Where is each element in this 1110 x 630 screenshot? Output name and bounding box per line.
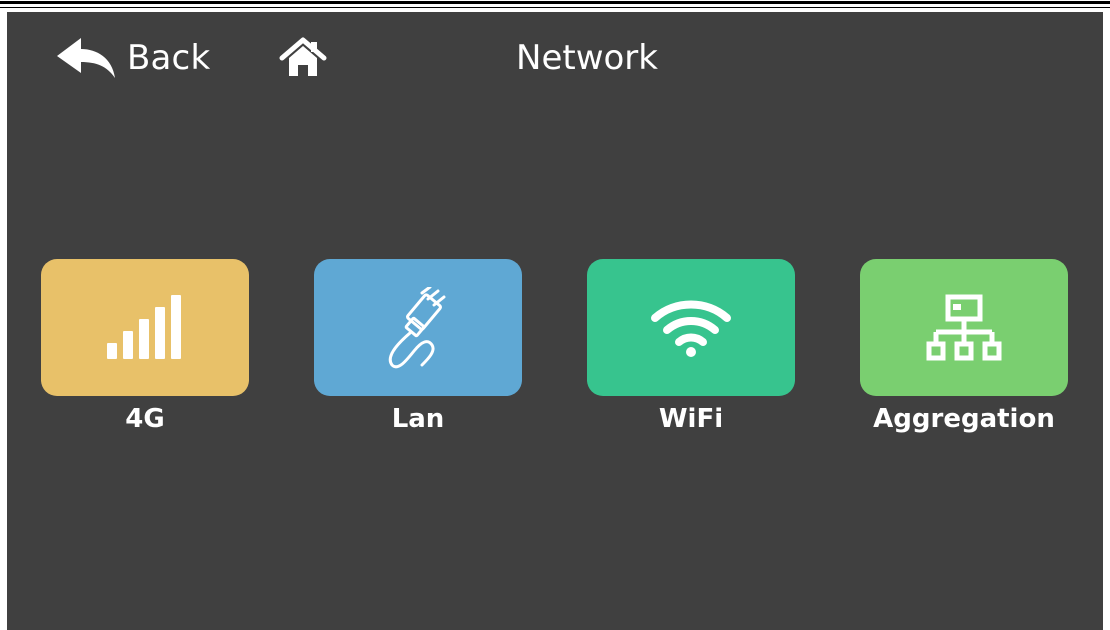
back-label: Back (127, 38, 211, 78)
tile-wifi[interactable]: WiFi (587, 259, 795, 436)
home-icon (279, 37, 327, 76)
top-border (0, 0, 1110, 12)
home-button[interactable] (279, 36, 327, 80)
wifi-icon (651, 300, 731, 357)
top-border-thick-line (0, 1, 1110, 4)
tile-aggregation[interactable]: Aggregation (860, 259, 1068, 436)
ethernet-cable-icon (388, 286, 446, 368)
page-title: Network (516, 38, 658, 78)
tile-lan[interactable]: Lan (314, 259, 522, 436)
tile-4g-box (41, 259, 249, 396)
network-topology-icon (926, 294, 1002, 360)
tile-4g[interactable]: 4G (41, 259, 249, 436)
tile-aggregation-label: Aggregation (873, 404, 1055, 434)
tile-lan-label: Lan (391, 404, 445, 434)
signal-bars-icon (107, 294, 181, 359)
top-border-thin-line (0, 7, 1110, 8)
network-screen: Back Network 4G Lan WiFi Aggregation (7, 12, 1103, 630)
reply-arrow-icon (57, 38, 115, 78)
tile-4g-label: 4G (125, 404, 165, 434)
tile-aggregation-box (860, 259, 1068, 396)
tile-wifi-box (587, 259, 795, 396)
tile-wifi-label: WiFi (658, 404, 724, 434)
tile-lan-box (314, 259, 522, 396)
back-button[interactable]: Back (55, 34, 210, 82)
network-options: 4G Lan WiFi Aggregation (7, 259, 1103, 449)
